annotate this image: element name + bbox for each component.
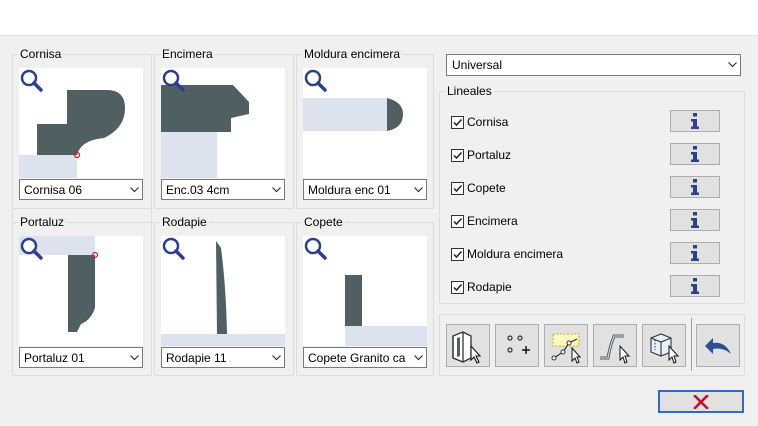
rodapie-select[interactable]: Rodapie 11 <box>161 347 285 368</box>
select-box-tool-button[interactable] <box>642 324 686 367</box>
encimera-info-button[interactable] <box>670 209 720 231</box>
chevron-down-icon <box>724 55 740 75</box>
info-icon <box>691 245 699 261</box>
magnifier-icon[interactable] <box>303 68 327 92</box>
rodapie-label: Rodapie <box>160 215 209 229</box>
chevron-down-icon <box>268 180 284 199</box>
profile-path-icon <box>600 334 631 364</box>
magnifier-icon[interactable] <box>19 236 43 260</box>
copete-checkbox[interactable] <box>451 181 464 195</box>
mode-select[interactable]: Universal <box>446 54 741 76</box>
cornisa-info-button[interactable] <box>670 110 720 132</box>
copete-checkbox-label: Copete <box>467 181 506 195</box>
moldura-preview[interactable] <box>303 68 427 178</box>
magnifier-icon[interactable] <box>19 68 43 92</box>
undo-arrow-icon <box>705 337 731 354</box>
title-bar <box>0 0 758 36</box>
info-icon <box>691 113 699 129</box>
rodapie-info-button[interactable] <box>670 275 720 297</box>
cornisa-select[interactable]: Cornisa 06 <box>19 179 143 200</box>
encimera-preview[interactable] <box>161 68 285 178</box>
portaluz-select[interactable]: Portaluz 01 <box>19 347 143 368</box>
copete-select[interactable]: Copete Granito ca <box>303 347 427 368</box>
cornisa-checkbox-label: Cornisa <box>467 115 509 129</box>
moldura-label: Moldura encimera <box>302 47 403 61</box>
chevron-down-icon <box>410 348 426 367</box>
magnifier-icon[interactable] <box>161 68 185 92</box>
lineal-row-rodapie: Rodapie <box>451 275 741 299</box>
rodapie-checkbox[interactable] <box>451 280 464 294</box>
undo-button[interactable] <box>696 324 740 367</box>
door-select-icon <box>452 330 482 364</box>
encimera-checkbox[interactable] <box>451 214 464 228</box>
rodapie-checkbox-label: Rodapie <box>467 280 512 294</box>
moldura-checkbox[interactable] <box>451 247 464 261</box>
copete-preview[interactable] <box>303 236 427 346</box>
encimera-checkbox-label: Encimera <box>467 214 518 228</box>
magnifier-icon[interactable] <box>303 236 327 260</box>
lineal-row-encimera: Encimera <box>451 209 741 233</box>
info-icon <box>691 179 699 195</box>
lineal-row-portaluz: Portaluz <box>451 143 741 167</box>
chevron-down-icon <box>410 180 426 199</box>
lineales-title: Lineales <box>445 84 494 98</box>
portaluz-label: Portaluz <box>18 215 67 229</box>
portaluz-checkbox-label: Portaluz <box>467 148 512 162</box>
info-icon <box>691 278 699 294</box>
magnifier-icon[interactable] <box>161 236 185 260</box>
portaluz-checkbox[interactable] <box>451 148 464 162</box>
cornisa-checkbox[interactable] <box>451 115 464 129</box>
moldura-info-button[interactable] <box>670 242 720 264</box>
encimera-label: Encimera <box>160 47 215 61</box>
chevron-down-icon <box>126 348 142 367</box>
profile-path-tool-button[interactable] <box>593 324 637 367</box>
select-door-tool-button[interactable] <box>446 324 490 367</box>
close-icon <box>693 394 709 409</box>
encimera-select[interactable]: Enc.03 4cm <box>161 179 285 200</box>
moldura-checkbox-label: Moldura encimera <box>467 247 564 261</box>
rodapie-preview[interactable] <box>161 236 285 346</box>
cornisa-preview[interactable] <box>19 68 143 178</box>
moldura-select[interactable]: Moldura enc 01 <box>303 179 427 200</box>
copete-label: Copete <box>302 215 345 229</box>
copete-info-button[interactable] <box>670 176 720 198</box>
chevron-down-icon <box>268 348 284 367</box>
lineal-row-copete: Copete <box>451 176 741 200</box>
close-button[interactable] <box>658 390 744 413</box>
toolbar-separator <box>691 318 692 371</box>
polyline-edit-icon <box>551 333 582 364</box>
chevron-down-icon <box>126 180 142 199</box>
points-add-icon <box>507 334 530 354</box>
portaluz-preview[interactable] <box>19 236 143 346</box>
add-points-tool-button[interactable] <box>495 324 539 367</box>
box-select-icon <box>650 332 680 364</box>
info-icon <box>691 212 699 228</box>
lineal-row-cornisa: Cornisa <box>451 110 741 134</box>
info-icon <box>691 146 699 162</box>
edit-polyline-tool-button[interactable] <box>544 324 588 367</box>
portaluz-info-button[interactable] <box>670 143 720 165</box>
cornisa-label: Cornisa <box>18 47 64 61</box>
lineal-row-moldura: Moldura encimera <box>451 242 741 266</box>
